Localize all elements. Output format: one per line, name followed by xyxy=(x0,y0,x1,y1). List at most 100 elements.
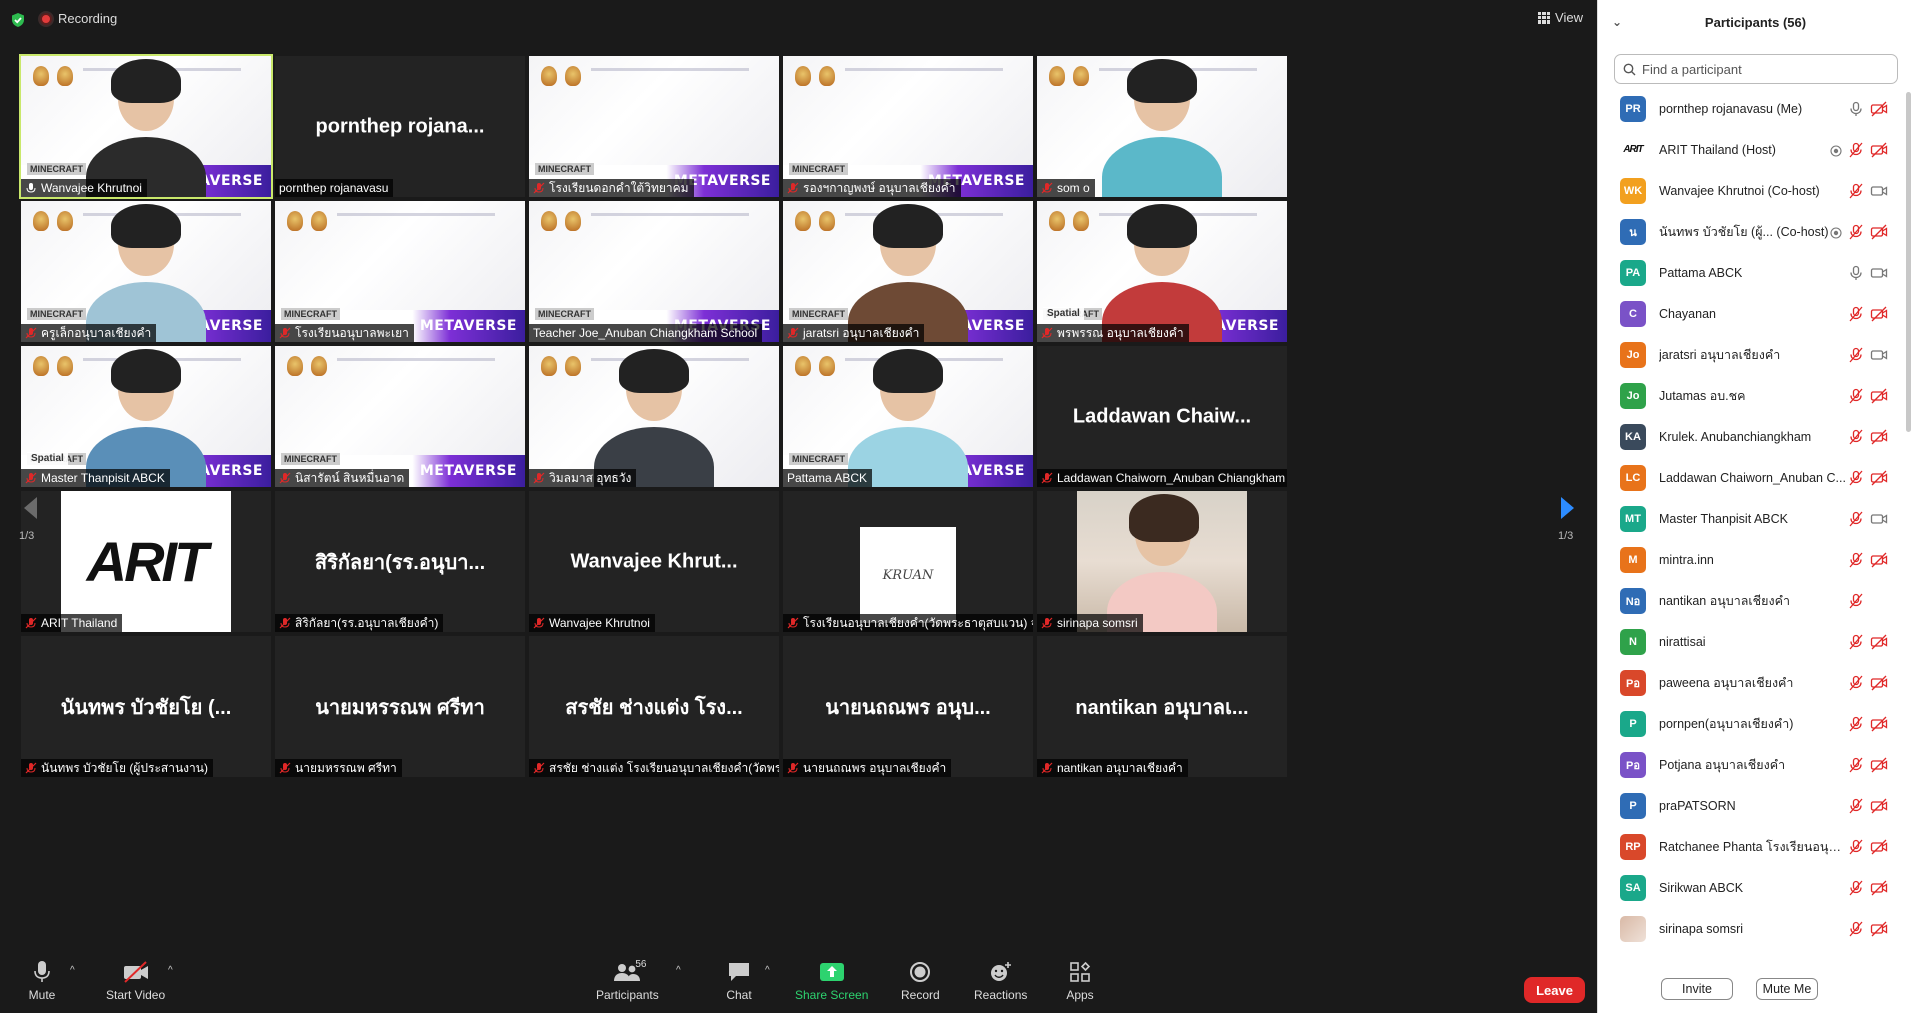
mic-muted-icon[interactable] xyxy=(1848,511,1864,532)
mic-muted-icon[interactable] xyxy=(1848,306,1864,327)
video-tile[interactable]: METAVERSE MINECRAFT นิสารัตน์ สินหมื่นอาด xyxy=(275,346,525,487)
video-off-icon[interactable] xyxy=(1870,306,1888,327)
leave-button[interactable]: Leave xyxy=(1524,977,1585,1003)
participant-row[interactable]: PR pornthep rojanavasu (Me) xyxy=(1598,88,1902,129)
participant-row[interactable]: RP Ratchanee Phanta โรงเรียนอนุบา... xyxy=(1598,826,1902,867)
video-options-caret[interactable]: ^ xyxy=(168,965,173,976)
video-tile[interactable]: METAVERSEMINECRAFTTeacher Joe_Anuban Chi… xyxy=(529,201,779,342)
video-tile[interactable]: สิริกัลยา(รร.อนุบา... สิริกัลยา(รร.อนุบาล… xyxy=(275,491,525,632)
mic-muted-icon[interactable] xyxy=(1848,921,1864,942)
video-tile[interactable]: METAVERSEMINECRAFTSpatialMaster Thanpisi… xyxy=(21,346,271,487)
participant-row[interactable]: SA Sirikwan ABCK xyxy=(1598,867,1902,908)
video-tile[interactable]: METAVERSE MINECRAFT โรงเรียนอนุบาลพะเยา xyxy=(275,201,525,342)
video-tile[interactable]: METAVERSE MINECRAFT Pattama ABCK xyxy=(783,346,1033,487)
start-video-button[interactable]: Start Video xyxy=(106,959,165,1002)
mic-muted-icon[interactable] xyxy=(1848,347,1864,368)
video-off-icon[interactable] xyxy=(1870,921,1888,942)
participant-row[interactable]: ARIT ARIT Thailand (Host) xyxy=(1598,129,1902,170)
chevron-down-icon[interactable]: ⌄ xyxy=(1612,15,1622,29)
mic-muted-icon[interactable] xyxy=(1848,429,1864,450)
mic-muted-icon[interactable] xyxy=(1848,839,1864,860)
participants-button[interactable]: 56 Participants xyxy=(596,959,659,1002)
mic-muted-icon[interactable] xyxy=(1848,593,1864,614)
participant-row[interactable]: Pอ Potjana อนุบาลเชียงคำ xyxy=(1598,744,1902,785)
participant-row[interactable]: น นันทพร บัวชัยโย (ผู้... (Co-host) xyxy=(1598,211,1902,252)
participant-row[interactable]: C Chayanan xyxy=(1598,293,1902,334)
video-tile[interactable]: นายนถณพร อนุบ... นายนถณพร อนุบาลเชียงคำ xyxy=(783,636,1033,777)
video-tile[interactable]: สรชัย ช่างแต่ง โรง... สรชัย ช่างแต่ง โรงเ… xyxy=(529,636,779,777)
participant-row[interactable]: KA Krulek. Anubanchiangkham xyxy=(1598,416,1902,457)
record-button[interactable]: Record xyxy=(901,959,940,1002)
video-tile[interactable]: sirinapa somsri xyxy=(1037,491,1287,632)
recording-indicator[interactable]: Recording xyxy=(40,11,117,26)
video-off-icon[interactable] xyxy=(1870,757,1888,778)
invite-button[interactable]: Invite xyxy=(1661,978,1733,1000)
audio-options-caret[interactable]: ^ xyxy=(70,965,75,976)
mic-muted-icon[interactable] xyxy=(1848,716,1864,737)
video-off-icon[interactable] xyxy=(1870,101,1888,122)
chat-button[interactable]: Chat xyxy=(725,959,753,1002)
video-on-icon[interactable] xyxy=(1870,347,1888,368)
mic-muted-icon[interactable] xyxy=(1848,798,1864,819)
participant-row[interactable]: Jo jaratsri อนุบาลเชียงคำ xyxy=(1598,334,1902,375)
video-off-icon[interactable] xyxy=(1870,224,1888,245)
participant-list-scrollbar[interactable] xyxy=(1906,92,1911,432)
video-off-icon[interactable] xyxy=(1870,552,1888,573)
video-tile[interactable]: METAVERSE MINECRAFT Wanvajee Khrutnoi xyxy=(19,54,273,199)
video-tile[interactable]: KRUAN โรงเรียนอนุบาลเชียงคำ(วัดพระธาตุสบแ… xyxy=(783,491,1033,632)
next-page-button[interactable] xyxy=(1550,488,1586,528)
search-input[interactable] xyxy=(1642,61,1882,77)
video-tile[interactable]: METAVERSE MINECRAFT โรงเรียนดอกคำใต้วิทยาค… xyxy=(529,56,779,197)
video-tile[interactable]: METAVERSE MINECRAFT รองฯกาญพงษ์ อนุบาลเชีย… xyxy=(783,56,1033,197)
participant-row[interactable]: WK Wanvajee Khrutnoi (Co-host) xyxy=(1598,170,1902,211)
video-tile[interactable]: Wanvajee Khrut... Wanvajee Khrutnoi xyxy=(529,491,779,632)
participants-options-caret[interactable]: ^ xyxy=(676,965,681,976)
view-button[interactable]: View xyxy=(1538,10,1583,25)
participant-row[interactable]: Mmintra.inn xyxy=(1598,539,1902,580)
participant-row[interactable]: Ppornpen(อนุบาลเชียงคำ) xyxy=(1598,703,1902,744)
video-tile[interactable]: วิมลมาส อุทธวัง xyxy=(529,346,779,487)
video-tile[interactable]: METAVERSE MINECRAFT ครูเล็กอนุบาลเชียงคำ xyxy=(21,201,271,342)
mic-muted-icon[interactable] xyxy=(1848,470,1864,491)
video-off-icon[interactable] xyxy=(1870,634,1888,655)
video-off-icon[interactable] xyxy=(1870,716,1888,737)
participant-row[interactable]: MT Master Thanpisit ABCK xyxy=(1598,498,1902,539)
chat-options-caret[interactable]: ^ xyxy=(765,965,770,976)
video-off-icon[interactable] xyxy=(1870,429,1888,450)
video-tile[interactable]: นายมหรรณพ ศรีทา นายมหรรณพ ศรีทา xyxy=(275,636,525,777)
mic-muted-icon[interactable] xyxy=(1848,880,1864,901)
participant-row[interactable]: PA Pattama ABCK xyxy=(1598,252,1902,293)
video-off-icon[interactable] xyxy=(1870,470,1888,491)
mic-on-icon[interactable] xyxy=(1848,265,1864,286)
mic-muted-icon[interactable] xyxy=(1848,675,1864,696)
participant-row[interactable]: sirinapa somsri xyxy=(1598,908,1902,949)
video-tile[interactable]: Laddawan Chaiw... Laddawan Chaiworn_Anuba… xyxy=(1037,346,1287,487)
mic-muted-icon[interactable] xyxy=(1848,634,1864,655)
video-tile[interactable]: METAVERSE MINECRAFT jaratsri อนุบาลเชียงคำ xyxy=(783,201,1033,342)
video-tile[interactable]: pornthep rojana... pornthep rojanavasu xyxy=(275,56,525,197)
video-on-icon[interactable] xyxy=(1870,511,1888,532)
shield-icon[interactable] xyxy=(10,12,26,28)
participant-search[interactable] xyxy=(1614,54,1898,84)
video-on-icon[interactable] xyxy=(1870,265,1888,286)
mute-me-button[interactable]: Mute Me xyxy=(1756,978,1818,1000)
mic-muted-icon[interactable] xyxy=(1848,183,1864,204)
video-tile[interactable]: METAVERSEMINECRAFTSpatialพรพรรณ อนุบาลเช… xyxy=(1037,201,1287,342)
mute-button[interactable]: Mute xyxy=(28,959,56,1002)
video-tile[interactable]: nantikan อนุบาลเ... nantikan อนุบาลเชียงค… xyxy=(1037,636,1287,777)
video-on-icon[interactable] xyxy=(1870,183,1888,204)
share-screen-button[interactable]: Share Screen xyxy=(795,959,868,1002)
participant-row[interactable]: Nอ nantikan อนุบาลเชียงคำ xyxy=(1598,580,1902,621)
participant-row[interactable]: PpraPATSORN xyxy=(1598,785,1902,826)
apps-button[interactable]: Apps xyxy=(1066,959,1094,1002)
participant-row[interactable]: Nnirattisai xyxy=(1598,621,1902,662)
mic-muted-icon[interactable] xyxy=(1848,142,1864,163)
video-off-icon[interactable] xyxy=(1870,675,1888,696)
video-off-icon[interactable] xyxy=(1870,798,1888,819)
video-tile[interactable]: som o xyxy=(1037,56,1287,197)
video-off-icon[interactable] xyxy=(1870,142,1888,163)
participant-row[interactable]: LC Laddawan Chaiworn_Anuban C... xyxy=(1598,457,1902,498)
video-off-icon[interactable] xyxy=(1870,839,1888,860)
video-tile[interactable]: ARIT ARIT Thailand xyxy=(21,491,271,632)
mic-muted-icon[interactable] xyxy=(1848,388,1864,409)
